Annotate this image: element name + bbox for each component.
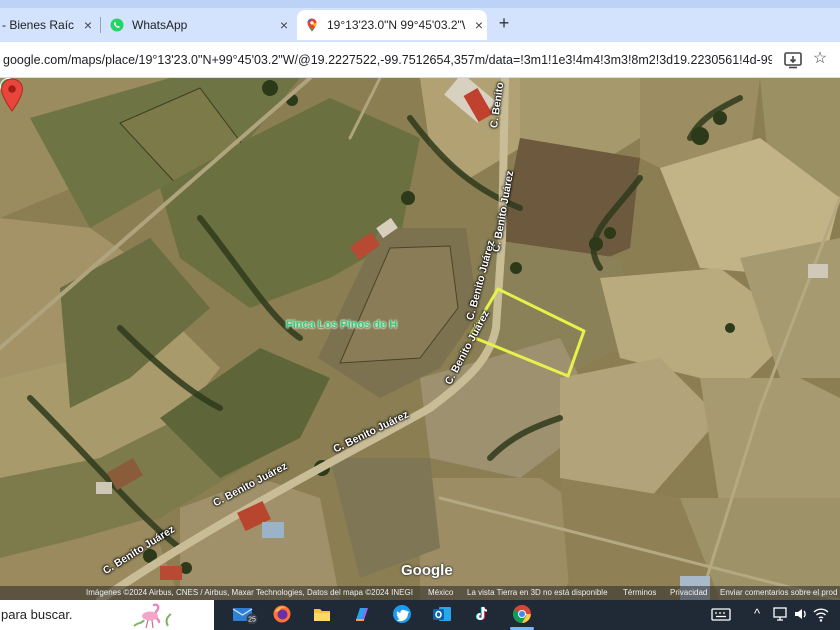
close-icon[interactable]: ×	[276, 17, 292, 33]
tab-bienes-raices[interactable]: - Bienes Raíces ×	[0, 10, 96, 40]
network-icon[interactable]	[771, 604, 789, 624]
privacy-link[interactable]: Privacidad	[670, 586, 707, 600]
tiktok-icon[interactable]	[472, 604, 492, 624]
address-bar[interactable]: google.com/maps/place/19°13'23.0"N+99°45…	[0, 47, 772, 73]
satellite-map[interactable]: C. Benito Juárez C. Benito Juárez C. Ben…	[0, 78, 840, 600]
install-app-icon[interactable]	[783, 50, 803, 70]
wifi-icon[interactable]	[812, 604, 830, 624]
country-label: México	[428, 588, 454, 597]
taskbar-search-box[interactable]: para buscar.	[0, 600, 214, 630]
mail-badge: 25	[248, 617, 256, 624]
copilot-icon[interactable]	[352, 604, 372, 624]
google-maps-icon	[307, 18, 317, 32]
feedback-link[interactable]: Enviar comentarios sobre el prod	[720, 586, 837, 600]
keyboard-icon[interactable]	[710, 604, 732, 624]
chrome-icon[interactable]	[512, 604, 532, 624]
location-pin-icon[interactable]	[0, 78, 24, 112]
bookmark-star-icon[interactable]: ☆	[810, 49, 830, 69]
whatsapp-icon	[110, 18, 124, 32]
tab-title: 19°13'23.0"N 99°45'03.2"W - Go	[327, 18, 465, 32]
chevron-up-icon[interactable]: ^	[748, 604, 766, 624]
tab-google-maps[interactable]: 19°13'23.0"N 99°45'03.2"W - Go ×	[297, 10, 487, 40]
outlook-icon[interactable]	[432, 604, 452, 624]
tab-strip: - Bienes Raíces × WhatsApp × 19°13'23.0"…	[0, 0, 840, 42]
tab-title: WhatsApp	[132, 18, 188, 32]
terms-link[interactable]: Términos	[623, 586, 656, 600]
firefox-icon[interactable]	[272, 604, 292, 624]
twitter-icon[interactable]	[392, 604, 412, 624]
close-icon[interactable]: ×	[80, 17, 96, 33]
satellite-imagery	[0, 78, 840, 600]
close-icon[interactable]: ×	[471, 17, 487, 33]
file-explorer-icon[interactable]	[312, 604, 332, 624]
tab-separator	[100, 17, 101, 33]
clock-area[interactable]	[830, 604, 840, 624]
place-label[interactable]: Finca Los Pinos de H	[286, 319, 397, 331]
mail-icon[interactable]: 25	[232, 604, 258, 624]
new-tab-button[interactable]: +	[494, 13, 514, 33]
tab-whatsapp[interactable]: WhatsApp ×	[104, 10, 292, 40]
imagery-credit: Imágenes ©2024 Airbus, CNES / Airbus, Ma…	[86, 588, 413, 597]
map-attribution-bar: Imágenes ©2024 Airbus, CNES / Airbus, Ma…	[0, 586, 840, 600]
flamingo-search-highlight-icon	[133, 603, 172, 628]
task-view-icon[interactable]	[191, 604, 211, 624]
earth-3d-notice: La vista Tierra en 3D no está disponible	[467, 588, 608, 597]
browser-toolbar: google.com/maps/place/19°13'23.0"N+99°45…	[0, 42, 840, 78]
google-watermark: Google	[401, 562, 453, 579]
volume-icon[interactable]	[792, 604, 810, 624]
tab-title: - Bienes Raíces	[2, 18, 74, 32]
